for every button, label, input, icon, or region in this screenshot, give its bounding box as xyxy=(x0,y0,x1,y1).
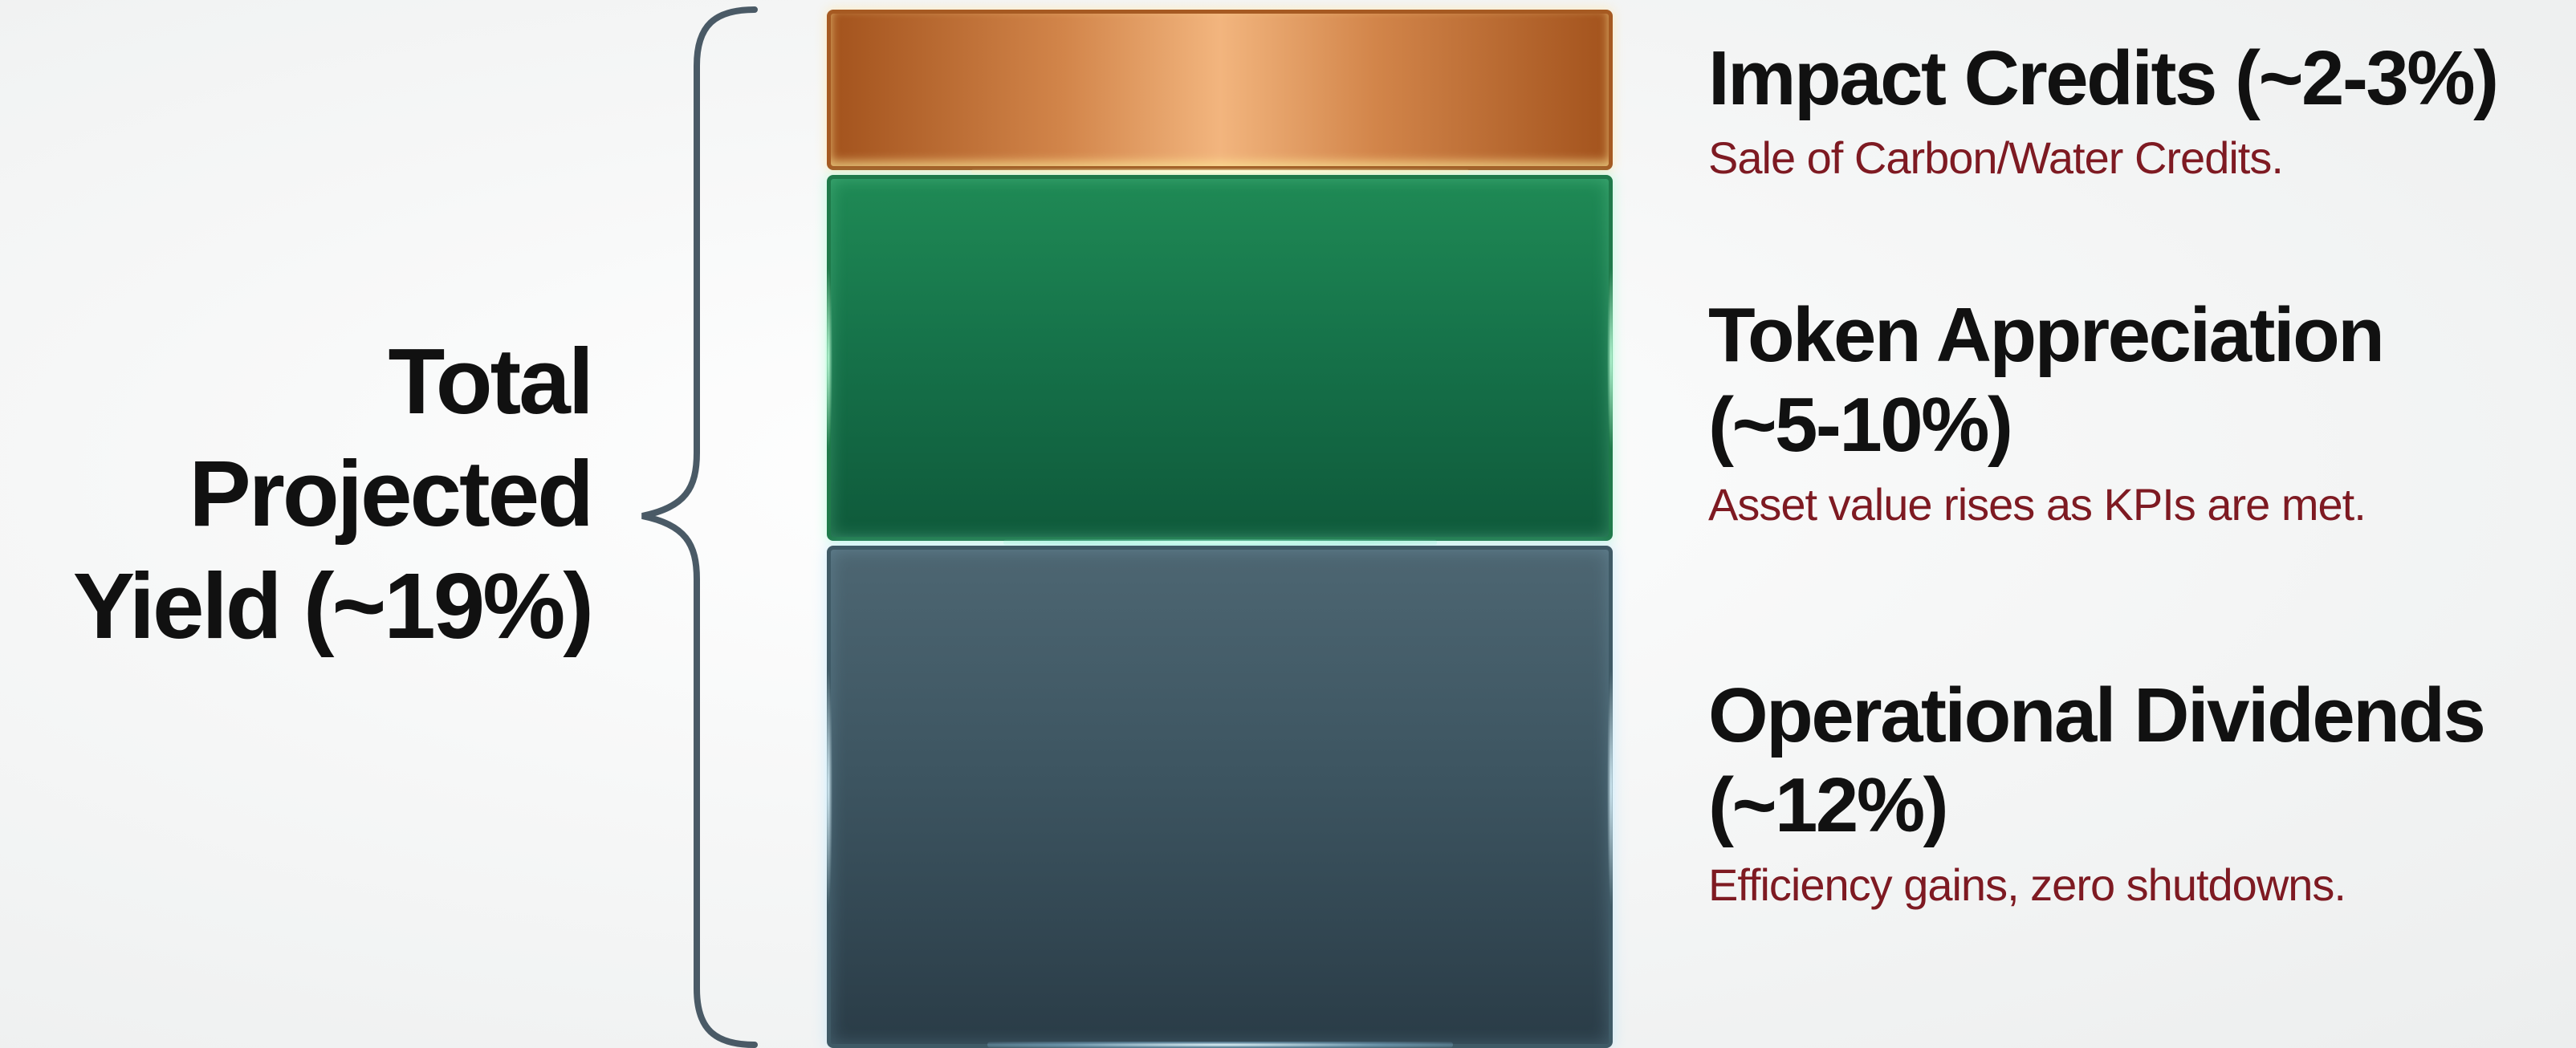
total-label-line-3: Yield (~19%) xyxy=(72,554,594,658)
side-glow-left-slate xyxy=(824,668,832,908)
side-glow-right-green xyxy=(1607,266,1615,451)
operational-dividends-title-line-1: Operational Dividends xyxy=(1708,672,2486,758)
side-glow-left-green xyxy=(824,266,832,451)
impact-credits-description: Sale of Carbon/Water Credits. xyxy=(1708,132,2284,183)
token-appreciation-title: Token Appreciation (~5-10%) xyxy=(1708,290,2567,470)
token-appreciation-description: Asset value rises as KPIs are met. xyxy=(1708,479,2366,530)
segment-impact-credits xyxy=(827,10,1613,170)
total-label-line-1: Total xyxy=(388,329,594,433)
operational-dividends-title-line-2: (~12%) xyxy=(1708,762,1949,848)
side-glow-right-slate xyxy=(1607,668,1615,908)
brace-path xyxy=(641,6,758,1048)
operational-dividends-title: Operational Dividends (~12%) xyxy=(1708,671,2567,851)
label-operational-dividends: Operational Dividends (~12%) Efficiency … xyxy=(1708,671,2567,913)
yield-breakdown-diagram: Total Projected Yield (~19%) Impact Cred… xyxy=(0,0,2576,1048)
total-label-line-2: Projected xyxy=(189,441,594,546)
impact-credits-title: Impact Credits (~2-3%) xyxy=(1708,34,2567,124)
token-appreciation-title-line-2: (~5-10%) xyxy=(1708,382,2013,468)
label-token-appreciation: Token Appreciation (~5-10%) Asset value … xyxy=(1708,290,2567,533)
segment-operational-dividends xyxy=(827,546,1613,1048)
segment-token-appreciation xyxy=(827,175,1613,541)
glow-divider-middle xyxy=(1003,539,1437,546)
curly-brace-icon xyxy=(641,6,758,1048)
glow-divider-bottom xyxy=(987,1042,1453,1048)
operational-dividends-description: Efficiency gains, zero shutdowns. xyxy=(1708,859,2346,910)
total-projected-yield-label: Total Projected Yield (~19%) xyxy=(0,325,594,662)
impact-credits-title-line-1: Impact Credits (~2-3%) xyxy=(1708,35,2499,121)
glow-divider-top xyxy=(971,169,1469,175)
label-impact-credits: Impact Credits (~2-3%) Sale of Carbon/Wa… xyxy=(1708,34,2567,186)
token-appreciation-title-line-1: Token Appreciation xyxy=(1708,292,2385,378)
stacked-bar xyxy=(824,10,1616,1048)
